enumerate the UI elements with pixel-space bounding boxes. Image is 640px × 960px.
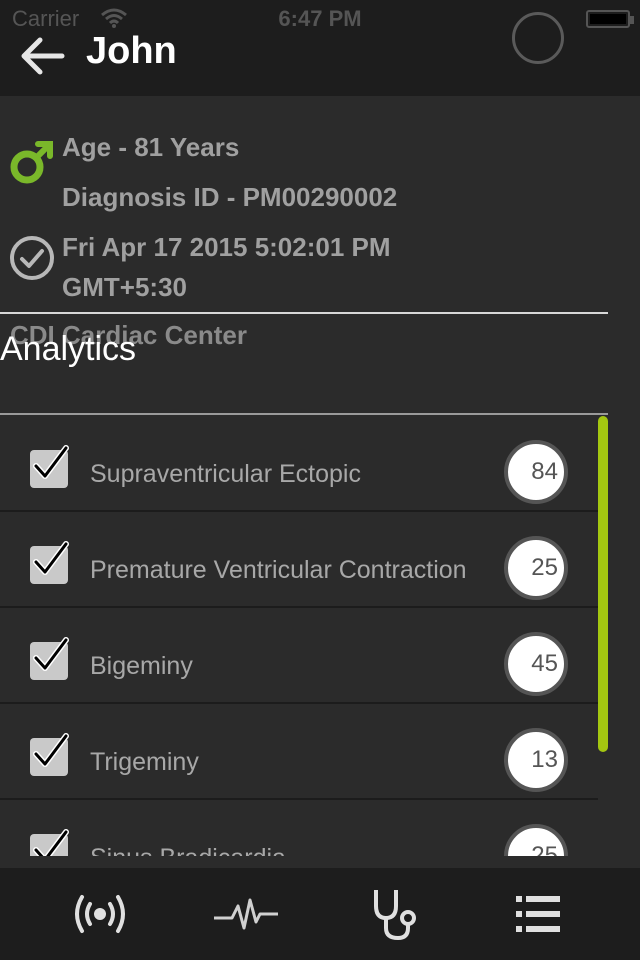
- diagnosis-id: Diagnosis ID - PM00290002: [62, 182, 398, 212]
- item-label: Bigeminy: [90, 652, 193, 680]
- divider: [0, 312, 608, 314]
- count-badge: 13: [504, 728, 568, 792]
- checkbox[interactable]: [30, 829, 69, 856]
- divider: [0, 413, 608, 415]
- status-bar: Carrier 6:47 PM: [0, 0, 640, 40]
- patient-age: Age - 81 Years: [62, 132, 240, 162]
- status-time: 6:47 PM: [278, 6, 362, 31]
- checkbox[interactable]: [30, 541, 69, 584]
- battery-icon: [586, 10, 634, 28]
- checkbox[interactable]: [30, 445, 69, 488]
- tab-heartbeat[interactable]: [166, 868, 326, 960]
- item-label: Premature Ventricular Contraction: [90, 556, 467, 584]
- scrollbar[interactable]: [598, 416, 608, 752]
- count-badge: 45: [504, 632, 568, 696]
- tab-broadcast[interactable]: [20, 868, 180, 960]
- heartbeat-icon: [214, 898, 278, 930]
- diagnosis-timezone: GMT+5:30: [62, 272, 187, 302]
- count-badge: 84: [504, 440, 568, 504]
- tab-stethoscope[interactable]: [316, 868, 476, 960]
- male-gender-icon: [8, 138, 56, 191]
- checkbox[interactable]: [30, 637, 69, 680]
- list-item[interactable]: Trigeminy 13: [0, 704, 598, 800]
- item-label: Sinus Bradicardia: [90, 844, 286, 856]
- list-icon: [516, 896, 560, 932]
- tab-list[interactable]: [458, 868, 618, 960]
- count-badge: 25: [504, 824, 568, 856]
- item-label: Trigeminy: [90, 748, 199, 776]
- count-badge: 25: [504, 536, 568, 600]
- tab-bar: [0, 868, 640, 960]
- checkbox[interactable]: [30, 733, 69, 776]
- list-item[interactable]: Supraventricular Ectopic 84: [0, 416, 598, 512]
- stethoscope-icon: [374, 890, 416, 941]
- broadcast-icon: [75, 895, 125, 933]
- list-item[interactable]: Sinus Bradicardia 25: [0, 800, 598, 856]
- section-title: Analytics: [0, 330, 137, 368]
- item-label: Supraventricular Ectopic: [90, 460, 361, 488]
- diagnosis-date: Fri Apr 17 2015 5:02:01 PM: [62, 232, 391, 262]
- check-circle-icon: [8, 234, 56, 287]
- analytics-list: Supraventricular Ectopic 84 Premature Ve…: [0, 416, 598, 856]
- list-item[interactable]: Premature Ventricular Contraction 25: [0, 512, 598, 608]
- list-item[interactable]: Bigeminy 45: [0, 608, 598, 704]
